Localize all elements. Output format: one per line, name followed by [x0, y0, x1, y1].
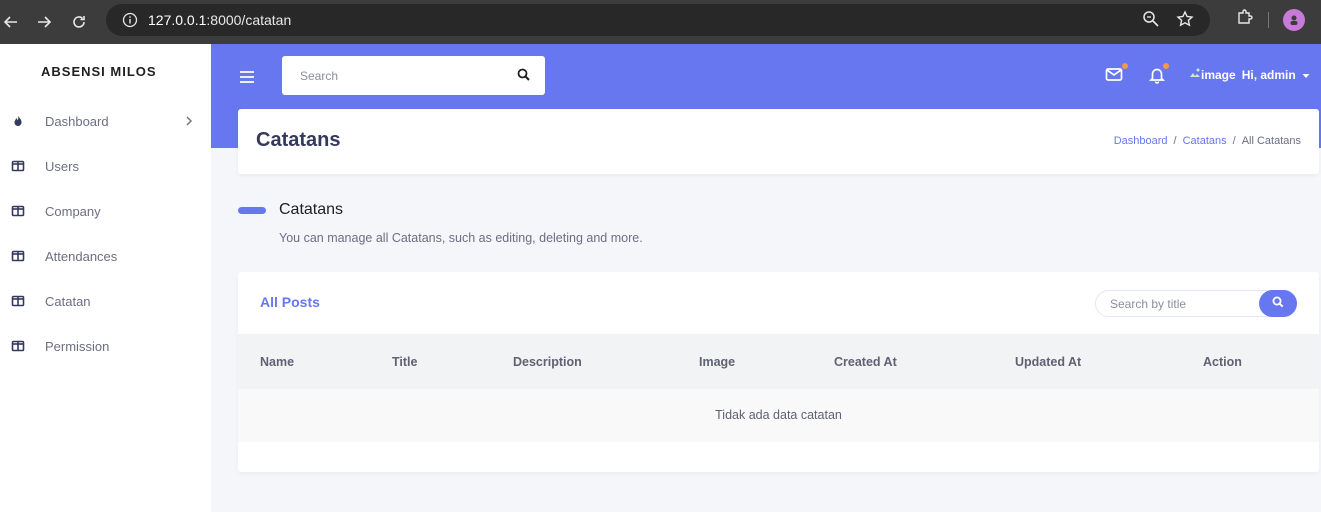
sidebar-item-label: Users: [45, 158, 79, 174]
message-badge: [1122, 63, 1128, 69]
zoom-icon[interactable]: [1142, 10, 1160, 33]
columns-icon: [11, 294, 25, 308]
sidebar: ABSENSI MILOS Dashboard Users Company At…: [0, 44, 211, 512]
columns-icon: [11, 204, 25, 218]
bell-icon[interactable]: [1148, 66, 1166, 89]
column-header-image: Image: [699, 355, 736, 369]
search-placeholder: Search: [300, 68, 339, 83]
column-header-updated-at: Updated At: [1015, 355, 1082, 369]
url-text: 127.0.0.1:8000/catatan: [148, 12, 292, 28]
section-title-accent: [238, 207, 266, 214]
sidebar-item-label: Attendances: [45, 248, 118, 264]
sidebar-item-label: Catatan: [45, 293, 91, 309]
sidebar-item-label: Dashboard: [45, 113, 109, 129]
sidebar-item-catatan[interactable]: Catatan: [0, 286, 211, 316]
empty-table-message: Tidak ada data catatan: [715, 408, 842, 422]
sidebar-item-dashboard[interactable]: Dashboard: [0, 106, 211, 136]
columns-icon: [11, 159, 25, 173]
title-search-button[interactable]: [1259, 290, 1297, 317]
search-icon[interactable]: [517, 68, 530, 86]
column-header-action: Action: [1203, 355, 1242, 369]
search-icon: [1272, 295, 1284, 313]
breadcrumb: Dashboard / Catatans / All Catatans: [1114, 135, 1301, 147]
address-bar[interactable]: 127.0.0.1:8000/catatan: [106, 4, 1210, 36]
notification-badge: [1163, 63, 1169, 69]
user-greeting: Hi, admin: [1241, 67, 1296, 82]
column-header-name: Name: [260, 355, 295, 369]
reload-icon[interactable]: [64, 7, 94, 37]
hamburger-menu-icon[interactable]: [239, 70, 255, 89]
breadcrumb-separator: /: [1232, 135, 1236, 147]
bookmark-star-icon[interactable]: [1176, 10, 1194, 33]
broken-image-icon: [1189, 67, 1201, 82]
profile-avatar-icon[interactable]: [1283, 8, 1305, 31]
divider: [1268, 11, 1269, 28]
table-row: Tidak ada data catatan: [238, 389, 1319, 442]
search-input[interactable]: Search: [282, 56, 545, 95]
breadcrumb-dashboard[interactable]: Dashboard: [1114, 135, 1168, 147]
sidebar-item-users[interactable]: Users: [0, 151, 211, 181]
envelope-icon[interactable]: [1105, 66, 1123, 87]
site-info-icon[interactable]: [114, 12, 146, 28]
title-search-placeholder: Search by title: [1110, 297, 1187, 311]
sidebar-item-company[interactable]: Company: [0, 196, 211, 226]
posts-card: All Posts Search by title Name Title Des…: [238, 272, 1319, 472]
user-avatar-alt: image: [1201, 67, 1236, 82]
columns-icon: [11, 339, 25, 353]
column-header-description: Description: [513, 355, 582, 369]
fire-icon: [11, 114, 25, 128]
breadcrumb-current: All Catatans: [1241, 135, 1301, 147]
section-title: Catatans: [279, 201, 344, 218]
back-icon[interactable]: [0, 7, 26, 37]
user-dropdown[interactable]: image Hi, admin: [1189, 67, 1310, 82]
sidebar-item-attendances[interactable]: Attendances: [0, 241, 211, 271]
columns-icon: [11, 249, 25, 263]
sidebar-item-label: Company: [45, 203, 101, 219]
section-lead: You can manage all Catatans, such as edi…: [279, 231, 643, 245]
page-title: Catatans: [256, 129, 341, 151]
sidebar-item-label: Permission: [45, 338, 110, 354]
chevron-right-icon: [183, 114, 195, 132]
card-title: All Posts: [260, 294, 320, 310]
extensions-icon[interactable]: [1236, 8, 1254, 31]
section-header: Catatans Dashboard / Catatans / All Cata…: [238, 109, 1319, 174]
table-header-row: Name Title Description Image Created At …: [238, 334, 1319, 389]
column-header-created-at: Created At: [834, 355, 897, 369]
column-header-title: Title: [392, 355, 418, 369]
sidebar-item-permission[interactable]: Permission: [0, 331, 211, 361]
sidebar-brand[interactable]: ABSENSI MILOS: [41, 64, 157, 79]
breadcrumb-catatans[interactable]: Catatans: [1183, 135, 1227, 147]
caret-down-icon: [1302, 68, 1310, 82]
breadcrumb-separator: /: [1173, 135, 1177, 147]
browser-toolbar: 127.0.0.1:8000/catatan: [0, 0, 1321, 44]
forward-icon[interactable]: [29, 7, 59, 37]
